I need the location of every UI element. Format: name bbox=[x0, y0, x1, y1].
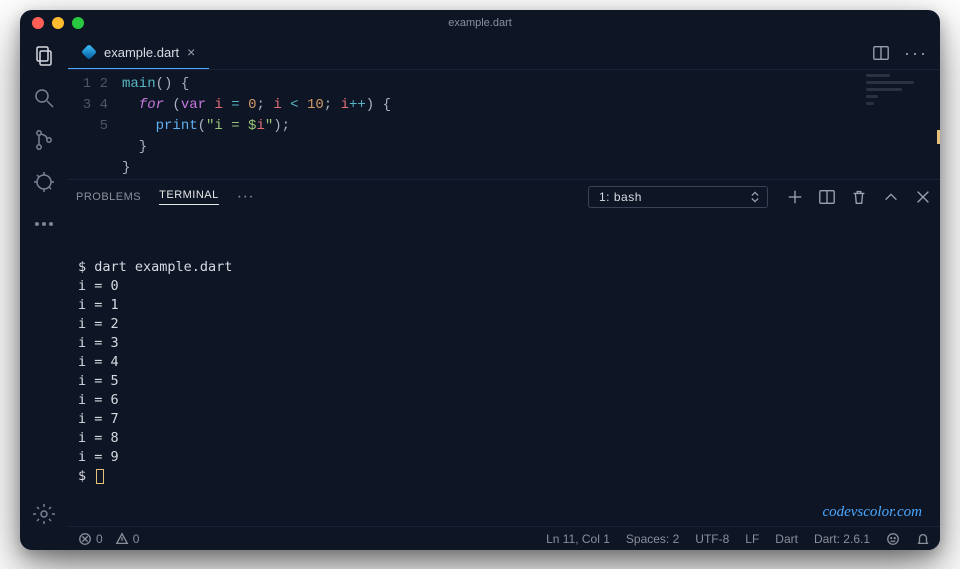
close-panel-icon[interactable] bbox=[914, 188, 932, 206]
panel-tabs: PROBLEMS TERMINAL ··· 1: bash bbox=[68, 180, 940, 214]
status-indent[interactable]: Spaces: 2 bbox=[626, 532, 679, 546]
terminal-output[interactable]: $ dart example.dart i = 0 i = 1 i = 2 i … bbox=[68, 214, 940, 526]
watermark: codevscolor.com bbox=[822, 503, 922, 522]
settings-gear-icon[interactable] bbox=[32, 502, 56, 526]
titlebar: example.dart bbox=[20, 10, 940, 36]
close-tab-icon[interactable]: × bbox=[187, 44, 195, 60]
tab-filename: example.dart bbox=[104, 45, 179, 60]
status-errors[interactable]: 0 bbox=[78, 532, 103, 546]
notifications-icon[interactable] bbox=[916, 532, 930, 546]
status-language[interactable]: Dart bbox=[775, 532, 798, 546]
overview-ruler-mark bbox=[937, 130, 940, 144]
more-views-icon[interactable] bbox=[32, 212, 56, 236]
close-window-button[interactable] bbox=[32, 17, 44, 29]
editor-window: example.dart bbox=[20, 10, 940, 550]
search-icon[interactable] bbox=[32, 86, 56, 110]
dart-file-icon bbox=[81, 44, 97, 60]
status-encoding[interactable]: UTF-8 bbox=[695, 532, 729, 546]
terminal-selector[interactable]: 1: bash bbox=[588, 186, 768, 208]
minimap[interactable] bbox=[860, 70, 940, 179]
split-editor-icon[interactable] bbox=[872, 44, 890, 62]
new-terminal-icon[interactable] bbox=[786, 188, 804, 206]
line-number-gutter: 1 2 3 4 5 bbox=[68, 74, 122, 179]
activity-bar bbox=[20, 36, 68, 550]
tab-problems[interactable]: PROBLEMS bbox=[76, 191, 141, 203]
debug-icon[interactable] bbox=[32, 170, 56, 194]
main-column: example.dart × ··· 1 2 3 4 5 main() { fo… bbox=[68, 36, 940, 550]
window-title: example.dart bbox=[448, 17, 512, 29]
status-sdk[interactable]: Dart: 2.6.1 bbox=[814, 532, 870, 546]
tab-terminal[interactable]: TERMINAL bbox=[159, 189, 219, 205]
traffic-lights bbox=[32, 17, 84, 29]
tabbar-actions: ··· bbox=[872, 36, 940, 69]
status-warnings[interactable]: 0 bbox=[115, 532, 140, 546]
explorer-icon[interactable] bbox=[32, 44, 56, 68]
file-tab[interactable]: example.dart × bbox=[68, 36, 209, 69]
panel-more-icon[interactable]: ··· bbox=[237, 188, 254, 206]
code-content[interactable]: main() { for (var i = 0; i < 10; i++) { … bbox=[122, 74, 391, 179]
more-actions-icon[interactable]: ··· bbox=[904, 44, 928, 62]
code-editor[interactable]: 1 2 3 4 5 main() { for (var i = 0; i < 1… bbox=[68, 70, 940, 179]
status-cursor-position[interactable]: Ln 11, Col 1 bbox=[546, 532, 610, 546]
body-row: example.dart × ··· 1 2 3 4 5 main() { fo… bbox=[20, 36, 940, 550]
tab-bar: example.dart × ··· bbox=[68, 36, 940, 70]
maximize-window-button[interactable] bbox=[72, 17, 84, 29]
panel-actions bbox=[786, 188, 932, 206]
minimize-window-button[interactable] bbox=[52, 17, 64, 29]
maximize-panel-icon[interactable] bbox=[882, 188, 900, 206]
status-bar: 0 0 Ln 11, Col 1 Spaces: 2 UTF-8 LF Dart… bbox=[68, 526, 940, 550]
feedback-icon[interactable] bbox=[886, 532, 900, 546]
source-control-icon[interactable] bbox=[32, 128, 56, 152]
split-terminal-icon[interactable] bbox=[818, 188, 836, 206]
terminal-selector-label: 1: bash bbox=[599, 190, 642, 204]
status-eol[interactable]: LF bbox=[745, 532, 759, 546]
bottom-panel: PROBLEMS TERMINAL ··· 1: bash bbox=[68, 179, 940, 526]
kill-terminal-icon[interactable] bbox=[850, 188, 868, 206]
